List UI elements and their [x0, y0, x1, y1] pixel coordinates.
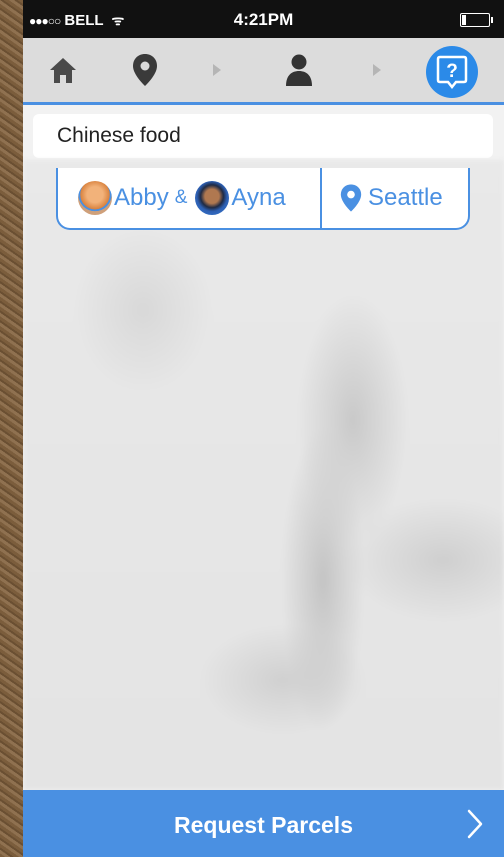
pill-divider — [320, 168, 322, 228]
clock: 4:21PM — [233, 10, 294, 29]
nav-bar: ? — [23, 38, 504, 105]
location-selector[interactable]: Seattle — [340, 180, 443, 216]
arrow-right-icon — [373, 64, 381, 76]
app-screen: ●●●○○ BELL ᯤ 4:21PM ? Chinese food Abby … — [23, 0, 504, 857]
avatar-ayna — [195, 181, 230, 215]
ampersand: & — [174, 187, 188, 208]
avatar-abby — [78, 181, 112, 215]
location-pin-icon — [340, 184, 362, 212]
location-name: Seattle — [368, 184, 443, 211]
people-selector[interactable]: Abby & Ayna — [78, 180, 286, 216]
search-input[interactable]: Chinese food — [33, 114, 493, 158]
status-bar: ●●●○○ BELL ᯤ 4:21PM — [23, 0, 504, 38]
help-glyph: ? — [446, 61, 458, 82]
chevron-right-icon — [467, 809, 483, 839]
home-icon[interactable] — [45, 52, 81, 88]
map-background[interactable] — [23, 160, 504, 790]
battery-fill — [462, 15, 466, 25]
request-parcels-label: Request Parcels — [174, 812, 353, 838]
person-icon[interactable] — [281, 52, 317, 88]
help-button[interactable]: ? — [426, 46, 478, 98]
help-icon: ? — [436, 55, 468, 90]
arrow-right-icon — [213, 64, 221, 76]
battery-icon — [460, 13, 493, 27]
selection-pill: Abby & Ayna Seattle — [56, 168, 470, 230]
person-name-ayna: Ayna — [231, 184, 286, 211]
person-name-abby: Abby — [114, 184, 169, 211]
location-pin-icon[interactable] — [127, 52, 163, 88]
request-parcels-button[interactable]: Request Parcels — [23, 790, 504, 857]
